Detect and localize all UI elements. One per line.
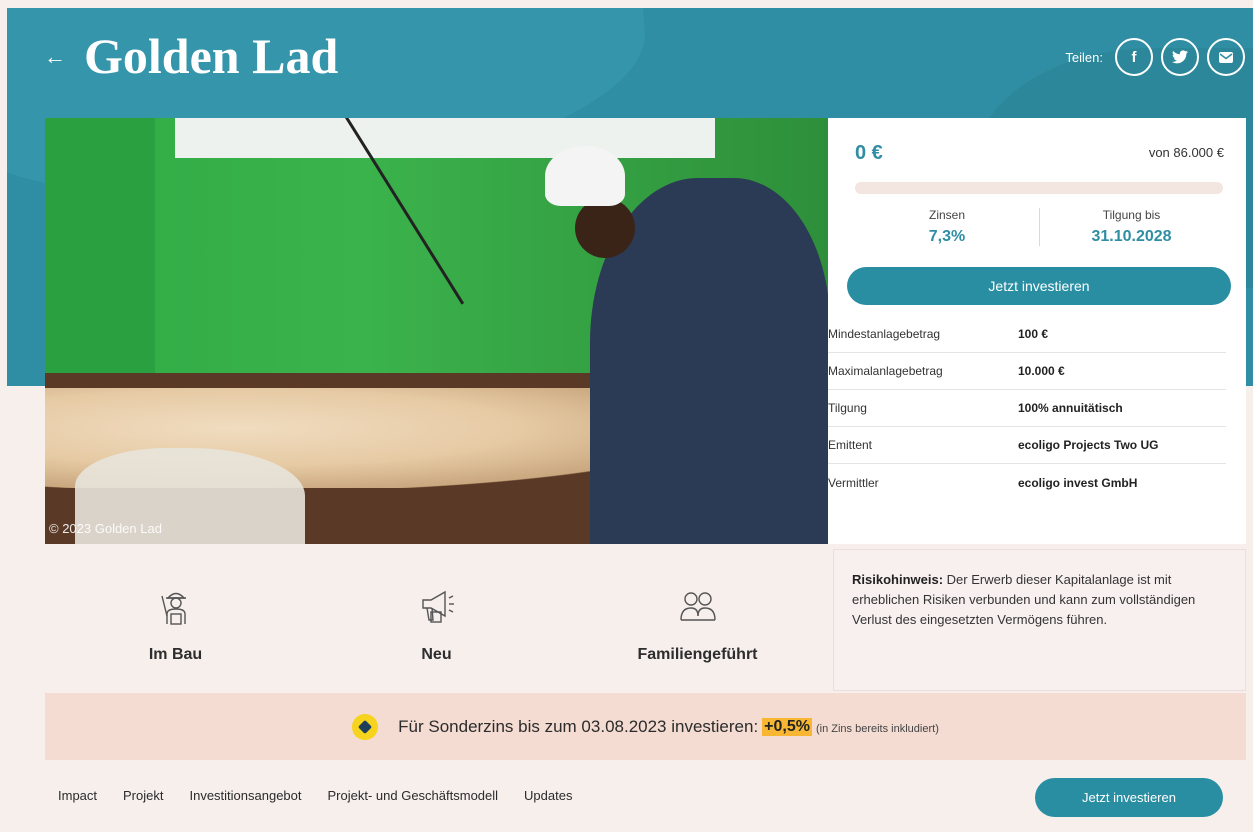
fact-value: 100 € xyxy=(1018,327,1049,341)
feature-item: Neu xyxy=(306,546,567,692)
repayment-label: Tilgung bis xyxy=(1102,208,1161,222)
facts-list: Mindestanlagebetrag 100 € Maximalanlageb… xyxy=(828,316,1226,501)
section-nav: Impact Projekt Investitionsangebot Proje… xyxy=(58,788,572,803)
feature-label: Im Bau xyxy=(148,646,203,663)
invest-card: 0 € von 86.000 € Zinsen 7,3% Tilgung bis… xyxy=(828,118,1246,544)
share-bar: Teilen: f xyxy=(1065,38,1245,76)
facebook-icon[interactable]: f xyxy=(1115,38,1153,76)
tag-icon xyxy=(352,713,379,740)
envelope-icon xyxy=(1219,51,1233,63)
nav-updates[interactable]: Updates xyxy=(524,788,572,803)
share-label: Teilen: xyxy=(1065,49,1103,65)
fact-value: ecoligo invest GmbH xyxy=(1018,475,1138,490)
mail-icon[interactable] xyxy=(1207,38,1245,76)
photo-worker-face xyxy=(575,198,635,258)
feature-list: Im Bau Neu Familiengeführt xyxy=(45,546,828,692)
fact-row: Maximalanlagebetrag 10.000 € xyxy=(828,353,1226,390)
fact-label: Tilgung xyxy=(828,401,867,415)
megaphone-icon xyxy=(421,590,454,623)
fact-value: 100% annuitätisch xyxy=(1018,401,1123,415)
risk-title: Risikohinweis: xyxy=(852,572,944,587)
page-title: Golden Lad xyxy=(84,28,339,84)
nav-impact[interactable]: Impact xyxy=(58,788,97,803)
family-icon xyxy=(679,592,716,621)
feature-item: Familiengeführt xyxy=(567,546,828,692)
interest-value: 7,3% xyxy=(928,228,966,245)
fact-row: Emittent ecoligo Projects Two UG xyxy=(828,427,1226,464)
nav-investitionsangebot[interactable]: Investitionsangebot xyxy=(189,788,301,803)
photo-credit: © 2023 Golden Lad xyxy=(49,521,162,536)
back-arrow-icon[interactable]: ← xyxy=(44,46,66,68)
fact-row: Vermittler ecoligo invest GmbH xyxy=(828,464,1226,501)
fact-row: Mindestanlagebetrag 100 € xyxy=(828,316,1226,353)
promo-note: (in Zins bereits inkludiert) xyxy=(815,722,939,735)
fact-row: Tilgung 100% annuitätisch xyxy=(828,390,1226,427)
repayment-stat: Tilgung bis 31.10.2028 xyxy=(1039,208,1223,246)
twitter-icon[interactable] xyxy=(1161,38,1199,76)
twitter-bird-icon xyxy=(1172,50,1188,64)
fact-value: ecoligo Projects Two UG xyxy=(1018,438,1159,452)
risk-notice: Risikohinweis: Der Erwerb dieser Kapital… xyxy=(833,549,1246,691)
project-photo: © 2023 Golden Lad xyxy=(45,118,828,544)
fact-label: Maximalanlagebetrag xyxy=(828,364,943,378)
invest-now-button-bottom[interactable]: Jetzt investieren xyxy=(1035,778,1223,817)
feature-item: Im Bau xyxy=(45,546,306,692)
fact-label: Emittent xyxy=(828,438,873,452)
fact-label: Mindestanlagebetrag xyxy=(828,327,941,341)
interest-stat: Zinsen 7,3% xyxy=(855,208,1039,246)
promo-bar: Für Sonderzins bis zum 03.08.2023 invest… xyxy=(45,693,1246,760)
funding-target: von 86.000 € xyxy=(1148,145,1224,160)
construction-worker-icon xyxy=(160,592,186,625)
photo-helmet xyxy=(545,146,625,206)
feature-label: Familiengeführt xyxy=(637,646,758,663)
fact-label: Vermittler xyxy=(828,475,879,490)
promo-rate: +0,5% xyxy=(762,717,812,736)
invested-amount: 0 € xyxy=(855,142,883,164)
invest-now-button[interactable]: Jetzt investieren xyxy=(847,267,1231,305)
nav-projekt[interactable]: Projekt xyxy=(123,788,163,803)
photo-window xyxy=(175,118,715,158)
nav-geschaeftsmodell[interactable]: Projekt- und Geschäftsmodell xyxy=(328,788,499,803)
repayment-value: 31.10.2028 xyxy=(1091,228,1172,245)
promo-text: Für Sonderzins bis zum 03.08.2023 invest… xyxy=(398,716,759,736)
fact-value: 10.000 € xyxy=(1018,364,1065,378)
feature-label: Neu xyxy=(421,646,452,663)
funding-progress-bar xyxy=(855,182,1223,194)
interest-label: Zinsen xyxy=(928,208,966,222)
